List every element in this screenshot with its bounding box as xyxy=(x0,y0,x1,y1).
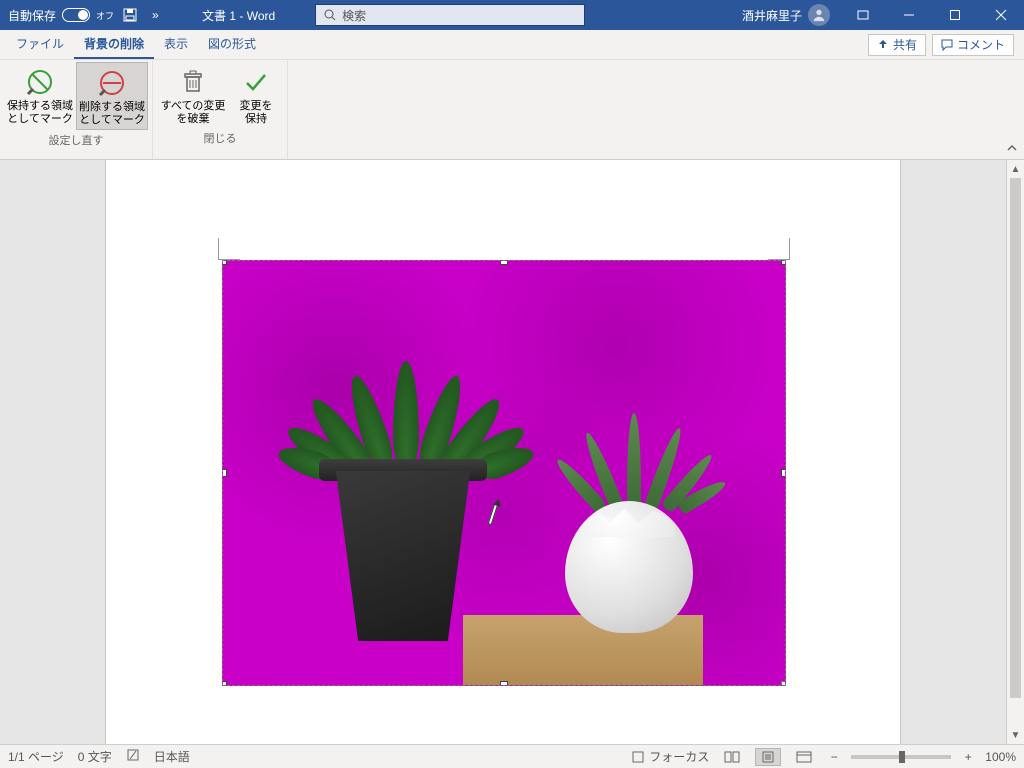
close-icon xyxy=(995,9,1007,21)
title-bar: 自動保存 オフ » 文書 1 - Word 検索 酒井麻里子 xyxy=(0,0,1024,30)
zoom-out-button[interactable]: − xyxy=(827,750,841,764)
mark-keep-icon xyxy=(24,66,56,98)
tab-strip: ファイル 背景の削除 表示 図の形式 共有 コメント xyxy=(0,30,1024,60)
mark-keep-label: 保持する領域 としてマーク xyxy=(7,100,73,126)
zoom-slider[interactable] xyxy=(851,755,951,759)
scroll-thumb[interactable] xyxy=(1010,178,1021,698)
comments-button[interactable]: コメント xyxy=(932,34,1014,56)
tab-picformat-label: 図の形式 xyxy=(208,35,256,52)
close-button[interactable] xyxy=(978,0,1024,30)
share-button[interactable]: 共有 xyxy=(868,34,926,56)
scroll-down-button[interactable]: ▼ xyxy=(1007,726,1024,744)
print-layout-button[interactable] xyxy=(755,748,781,766)
margin-corner-tl xyxy=(218,238,240,260)
plant-left xyxy=(315,361,495,471)
search-placeholder: 検索 xyxy=(342,7,366,24)
share-icon xyxy=(877,39,889,51)
zoom-in-button[interactable]: + xyxy=(961,750,975,764)
tab-file[interactable]: ファイル xyxy=(6,30,74,59)
share-label: 共有 xyxy=(893,36,917,53)
keep-changes-button[interactable]: 変更を 保持 xyxy=(229,62,283,128)
account-button[interactable]: 酒井麻里子 xyxy=(732,0,840,30)
tab-view[interactable]: 表示 xyxy=(154,30,198,59)
zoom-level[interactable]: 100% xyxy=(985,750,1016,764)
tab-background-removal[interactable]: 背景の削除 xyxy=(74,30,154,59)
read-mode-button[interactable] xyxy=(719,748,745,766)
save-button[interactable] xyxy=(122,0,152,30)
discard-icon xyxy=(177,66,209,98)
margin-corner-tr xyxy=(768,238,790,260)
mark-remove-icon xyxy=(96,67,128,99)
document-area[interactable]: ⌐ ▲ ▼ xyxy=(0,160,1024,744)
vertical-scrollbar[interactable]: ▲ ▼ xyxy=(1006,160,1024,744)
document-title: 文書 1 - Word xyxy=(182,0,295,30)
status-language[interactable]: 日本語 xyxy=(154,748,190,765)
avatar-icon xyxy=(808,4,830,26)
keep-icon xyxy=(240,66,272,98)
image-content xyxy=(223,261,785,685)
page: ⌐ xyxy=(106,160,900,744)
tab-picture-format[interactable]: 図の形式 xyxy=(198,30,266,59)
overflow-glyph: » xyxy=(152,8,159,22)
resize-handle-r[interactable] xyxy=(781,469,786,477)
chevron-up-icon xyxy=(1006,142,1018,154)
focus-icon xyxy=(631,750,645,764)
minimize-button[interactable] xyxy=(886,0,932,30)
comment-icon xyxy=(941,39,953,51)
focus-label: フォーカス xyxy=(649,748,709,765)
ribbon-group-refine: 保持する領域 としてマーク 削除する領域 としてマーク 設定し直す xyxy=(0,60,153,159)
qat-overflow[interactable]: » xyxy=(152,0,182,30)
collapse-ribbon-button[interactable] xyxy=(1006,142,1018,157)
mark-remove-label: 削除する領域 としてマーク xyxy=(79,101,145,127)
search-box[interactable]: 検索 xyxy=(315,4,585,26)
save-icon xyxy=(122,7,138,23)
resize-handle-t[interactable] xyxy=(500,260,508,265)
keep-label: 変更を 保持 xyxy=(240,100,273,126)
comments-label: コメント xyxy=(957,36,1005,53)
tab-view-label: 表示 xyxy=(164,35,188,52)
resize-handle-tr[interactable] xyxy=(781,260,786,265)
discard-label: すべての変更 を破棄 xyxy=(161,100,226,126)
autosave-state: オフ xyxy=(96,9,114,22)
ribbon-display-icon xyxy=(857,9,869,21)
pot-right xyxy=(565,501,693,633)
resize-handle-tl[interactable] xyxy=(222,260,227,265)
selected-image[interactable]: ⌐ xyxy=(222,260,786,686)
autosave-toggle[interactable]: 自動保存 オフ xyxy=(0,0,122,30)
read-mode-icon xyxy=(724,751,740,763)
resize-handle-bl[interactable] xyxy=(222,681,227,686)
autosave-switch-icon xyxy=(62,8,90,22)
resize-handle-b[interactable] xyxy=(500,681,508,686)
ribbon-group-close: すべての変更 を破棄 変更を 保持 閉じる xyxy=(153,60,288,159)
status-proofing-icon[interactable] xyxy=(126,748,140,765)
tab-file-label: ファイル xyxy=(16,35,64,52)
search-icon xyxy=(324,9,336,21)
document-title-text: 文書 1 - Word xyxy=(202,7,275,24)
maximize-button[interactable] xyxy=(932,0,978,30)
maximize-icon xyxy=(949,9,961,21)
print-layout-icon xyxy=(761,751,775,763)
status-page[interactable]: 1/1 ページ xyxy=(8,748,64,765)
status-word-count[interactable]: 0 文字 xyxy=(78,748,112,765)
layout-options-button[interactable]: ⌐ xyxy=(781,681,786,686)
scroll-up-button[interactable]: ▲ xyxy=(1007,160,1024,178)
discard-changes-button[interactable]: すべての変更 を破棄 xyxy=(157,62,229,128)
web-layout-button[interactable] xyxy=(791,748,817,766)
zoom-slider-knob[interactable] xyxy=(899,751,905,763)
mark-remove-button[interactable]: 削除する領域 としてマーク xyxy=(76,62,148,130)
mark-keep-button[interactable]: 保持する領域 としてマーク xyxy=(4,62,76,130)
web-layout-icon xyxy=(796,751,812,763)
ribbon: 保持する領域 としてマーク 削除する領域 としてマーク 設定し直す すべての変更… xyxy=(0,60,1024,160)
user-name: 酒井麻里子 xyxy=(742,7,802,24)
group-refine-label: 設定し直す xyxy=(49,130,104,152)
ribbon-display-button[interactable] xyxy=(840,0,886,30)
autosave-label: 自動保存 xyxy=(8,7,56,24)
resize-handle-l[interactable] xyxy=(222,469,227,477)
minimize-icon xyxy=(903,9,915,21)
tab-bgremove-label: 背景の削除 xyxy=(84,35,144,52)
group-close-label: 閉じる xyxy=(204,128,237,150)
focus-mode-button[interactable]: フォーカス xyxy=(631,748,709,765)
plant-right xyxy=(575,399,695,509)
status-bar: 1/1 ページ 0 文字 日本語 フォーカス − + 100% xyxy=(0,744,1024,768)
